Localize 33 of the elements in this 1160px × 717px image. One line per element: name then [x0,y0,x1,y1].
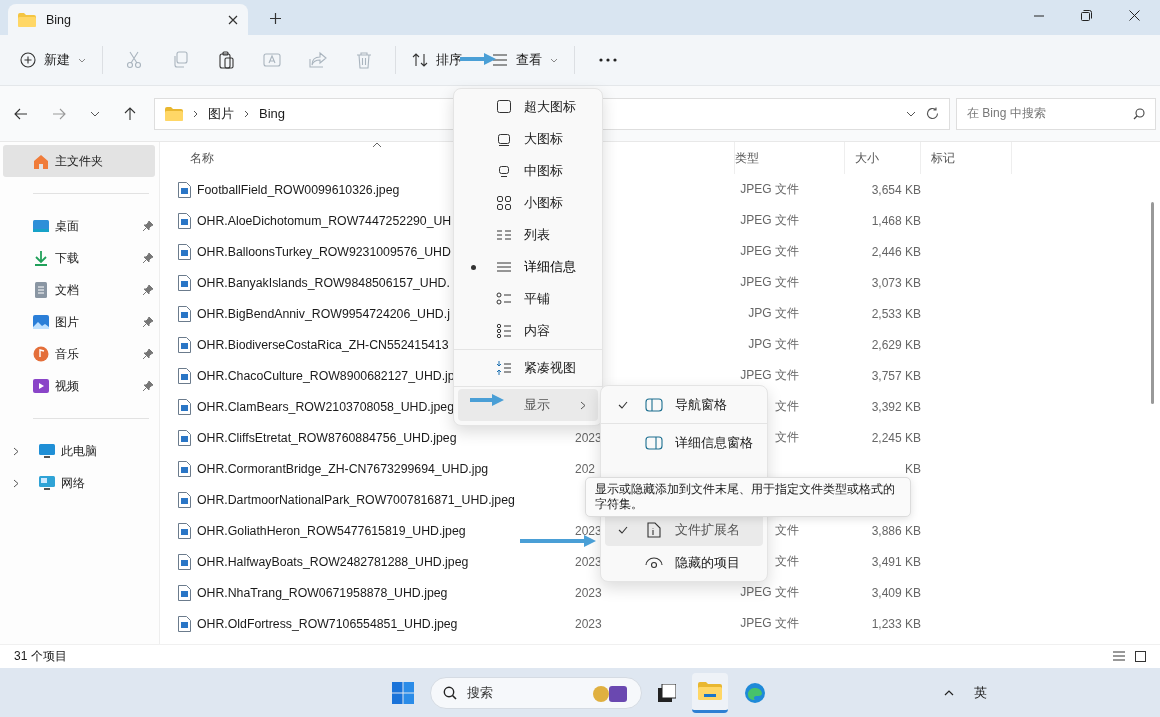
tooltip: 显示或隐藏添加到文件末尾、用于指定文件类型或格式的字符集。 [585,477,911,517]
file-type: JPEG 文件 [740,274,799,291]
tab-title: Bing [46,12,73,27]
file-size: 3,392 KB [871,399,921,414]
file-size: 2,629 KB [871,337,921,352]
file-size: 3,409 KB [871,585,921,600]
file-type: JPEG 文件 [740,615,799,632]
file-size: 3,757 KB [871,368,921,383]
file-type: 文件 [775,522,799,539]
file-size: 3,491 KB [871,554,921,569]
file-date: 2023 [575,616,602,631]
file-size: 3,073 KB [871,275,921,290]
file-type: JPG 文件 [748,305,799,322]
file-type: 文件 [775,429,799,446]
file-type: JPEG 文件 [740,243,799,260]
file-type: JPG 文件 [748,336,799,353]
file-type: JPEG 文件 [740,181,799,198]
file-type: JPEG 文件 [740,367,799,384]
file-size: 1,468 KB [871,213,921,228]
file-type: JPEG 文件 [740,584,799,601]
file-size: 3,654 KB [871,182,921,197]
file-size: 1,233 KB [871,616,921,631]
file-size: 3,886 KB [871,523,921,538]
item-count: 31 个项目 [14,648,67,665]
file-size: KB [905,461,921,476]
file-size: 2,446 KB [871,244,921,259]
file-type: 文件 [775,398,799,415]
file-type: 文件 [775,553,799,570]
file-date: 202 [575,461,596,476]
file-size: 2,533 KB [871,306,921,321]
file-type: JPEG 文件 [740,212,799,229]
file-date: 2023 [575,585,602,600]
file-size: 2,245 KB [871,430,921,445]
